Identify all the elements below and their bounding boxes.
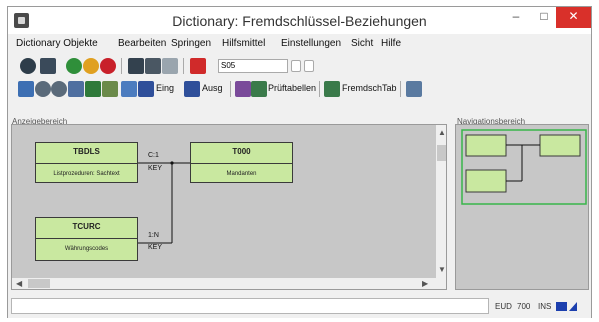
table-description: Währungscodes — [64, 246, 109, 252]
exit-icon[interactable] — [83, 58, 99, 74]
table-divider — [36, 163, 137, 164]
title-bar: Dictionary: Fremdschlüssel-Beziehungen –… — [8, 7, 591, 34]
overview-icon[interactable] — [102, 81, 118, 97]
table-divider — [191, 163, 292, 164]
ausg-label[interactable]: Ausg — [202, 83, 223, 93]
system-id: EUD — [495, 302, 512, 311]
maximize-button[interactable]: □ — [530, 7, 558, 28]
close-button[interactable]: ✕ — [556, 7, 591, 28]
ausg-icon[interactable] — [184, 81, 200, 97]
zoom-in-icon[interactable] — [35, 81, 51, 97]
pruef-label[interactable]: Prüftabellen — [268, 83, 316, 93]
mini-table-tcurc — [465, 169, 507, 193]
plus-icon[interactable] — [304, 60, 314, 72]
chevron-down-icon[interactable] — [291, 60, 301, 72]
client-id: 700 — [517, 302, 531, 311]
input-mode: INS — [538, 302, 552, 311]
check-table-icon[interactable] — [251, 81, 267, 97]
app-window: Dictionary: Fremdschlüssel-Beziehungen –… — [7, 6, 592, 318]
layout-icon[interactable] — [68, 81, 84, 97]
ein-label[interactable]: Eing — [156, 83, 174, 93]
find-next-icon[interactable] — [162, 58, 178, 74]
toolbar-separator — [183, 58, 184, 74]
table-description: Mandanten — [226, 171, 257, 177]
chevron-right-icon[interactable]: ▶ — [422, 279, 428, 289]
menu-sicht[interactable]: Sicht — [351, 38, 373, 49]
resize-grip-icon[interactable] — [569, 302, 577, 311]
menu-hilfsmittel[interactable]: Hilfsmittel — [222, 38, 265, 49]
find-icon[interactable] — [145, 58, 161, 74]
chevron-left-icon[interactable]: ◀ — [16, 279, 22, 289]
navigation-overview — [461, 129, 587, 205]
menu-hilfe[interactable]: Hilfe — [381, 38, 401, 49]
scissors-icon[interactable] — [235, 81, 251, 97]
command-field[interactable]: S05 — [218, 59, 288, 73]
menu-springen[interactable]: Springen — [171, 38, 211, 49]
users-icon[interactable] — [18, 81, 34, 97]
toolbar-separator — [319, 81, 320, 97]
mini-table-t000 — [539, 134, 581, 157]
print-icon[interactable] — [128, 58, 144, 74]
fremd-label[interactable]: FremdschTab — [342, 83, 397, 93]
menu-bar: Dictionary Objekte Bearbeiten Springen H… — [8, 37, 591, 53]
ein-icon[interactable] — [138, 81, 154, 97]
menu-bearbeiten[interactable]: Bearbeiten — [118, 38, 166, 49]
table-name: TCURC — [72, 222, 101, 231]
minimize-button[interactable]: – — [502, 7, 530, 28]
connector-dot — [170, 161, 174, 165]
table-divider — [36, 238, 137, 239]
save-icon[interactable] — [40, 58, 56, 74]
table-box-tbdls[interactable]: TBDLS Listprozeduren: Sachtext — [35, 142, 138, 183]
table-box-tcurc[interactable]: TCURC Währungscodes — [35, 217, 138, 261]
graphic-work-area[interactable]: TBDLS Listprozeduren: Sachtext T000 Mand… — [11, 124, 447, 290]
horizontal-scrollbar[interactable]: ◀ ▶ — [12, 278, 436, 289]
help-icon[interactable] — [190, 58, 206, 74]
menu-dictionary-objekte[interactable]: Dictionary Objekte — [16, 38, 98, 49]
chevron-up-icon[interactable]: ▲ — [438, 128, 446, 138]
menu-einstellungen[interactable]: Einstellungen — [281, 38, 341, 49]
scroll-thumb[interactable] — [28, 279, 50, 288]
back-icon[interactable] — [66, 58, 82, 74]
status-indicator-icon — [556, 302, 567, 311]
foreign-key-icon[interactable] — [324, 81, 340, 97]
cardinality-label: 1:N — [148, 232, 159, 239]
table-description: Listprozeduren: Sachtext — [53, 171, 120, 177]
legend-icon[interactable] — [406, 81, 422, 97]
enter-icon[interactable] — [20, 58, 36, 74]
table-name: TBDLS — [73, 147, 100, 156]
toolbar-separator — [121, 58, 122, 74]
cancel-icon[interactable] — [100, 58, 116, 74]
status-bar: EUD 700 INS — [8, 294, 591, 318]
navigation-area[interactable] — [455, 124, 589, 290]
message-field — [11, 298, 489, 314]
vertical-scrollbar[interactable]: ▲ ▼ — [436, 125, 446, 289]
key-label: KEY — [148, 244, 163, 251]
cardinality-label: C:1 — [148, 152, 159, 159]
table-name: T000 — [232, 147, 251, 156]
table-icon[interactable] — [121, 81, 137, 97]
mini-table-tbdls — [465, 134, 507, 157]
application-toolbar: Eing Ausg Prüftabellen FremdschTab — [8, 78, 591, 100]
toolbar-separator — [230, 81, 231, 97]
toolbar-separator — [400, 81, 401, 97]
scroll-thumb[interactable] — [437, 145, 446, 161]
zoom-out-icon[interactable] — [51, 81, 67, 97]
key-label: KEY — [148, 165, 163, 172]
standard-toolbar: S05 — [8, 55, 591, 77]
table-box-t000[interactable]: T000 Mandanten — [190, 142, 293, 183]
navigation-icon[interactable] — [85, 81, 101, 97]
chevron-down-icon[interactable]: ▼ — [438, 265, 446, 275]
